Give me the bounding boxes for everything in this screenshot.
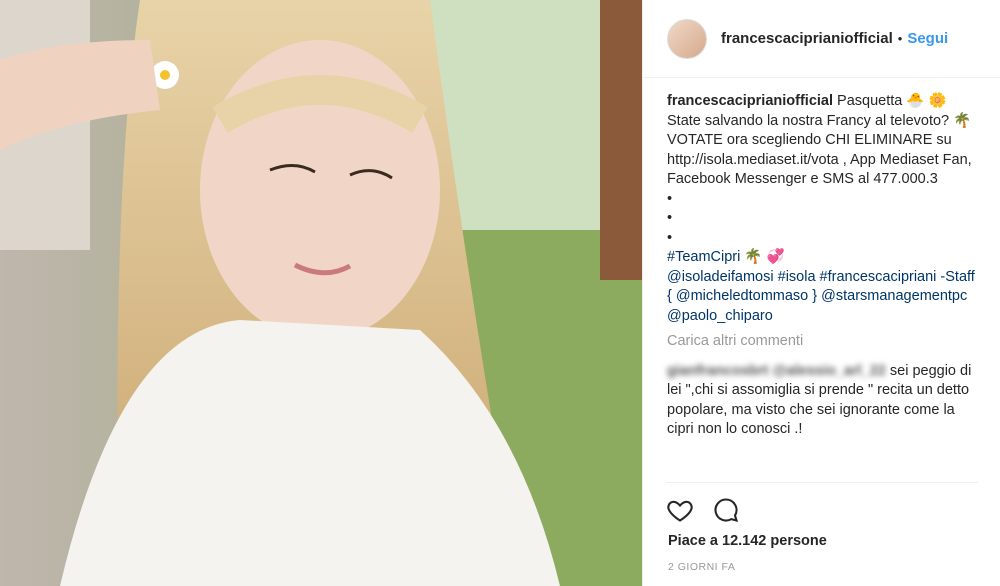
avatar[interactable] [667,18,707,59]
comment-username[interactable]: gianfrancosbrt @alessio_arl_22 [667,363,886,379]
comments-area: francescaciprianiofficial Pasquetta 🐣 🌼 … [643,78,1000,476]
caption-line: State salvando la nostra Francy al telev… [667,112,972,129]
separator-dot: • [897,31,903,46]
actions-divider [666,482,978,483]
likes-count[interactable]: Piace a 12.142 persone [668,533,827,549]
caption-mentions[interactable]: @isoladeifamosi #isola #francescaciprian… [667,268,978,327]
post-actions [666,496,740,529]
load-more-comments[interactable]: Carica altri commenti [667,332,978,352]
comment-icon[interactable] [712,496,740,529]
heart-icon[interactable] [666,496,694,529]
caption: francescaciprianiofficial Pasquetta 🐣 🌼 … [667,92,978,326]
caption-username[interactable]: francescaciprianiofficial [667,93,833,109]
follow-button[interactable]: Segui [907,30,948,47]
comment: gianfrancosbrt @alessio_arl_22 sei peggi… [667,362,978,440]
post-photo[interactable] [0,0,642,586]
caption-line: Pasquetta 🐣 🌼 [833,93,947,109]
caption-line: • [667,210,673,226]
header-username[interactable]: francescaciprianiofficial [721,30,893,47]
post-timestamp[interactable]: 2 GIORNI FA [668,561,735,573]
caption-line: VOTATE ora scegliendo CHI ELIMINARE su h… [667,132,976,187]
photo-illustration [0,0,642,586]
caption-hashtags[interactable]: #TeamCipri 🌴 💞 [667,248,978,268]
caption-line: • [667,190,673,207]
instagram-post: francescaciprianiofficial • Segui france… [0,0,1000,586]
caption-line: • [667,229,673,246]
post-header: francescaciprianiofficial • Segui [643,0,1000,78]
